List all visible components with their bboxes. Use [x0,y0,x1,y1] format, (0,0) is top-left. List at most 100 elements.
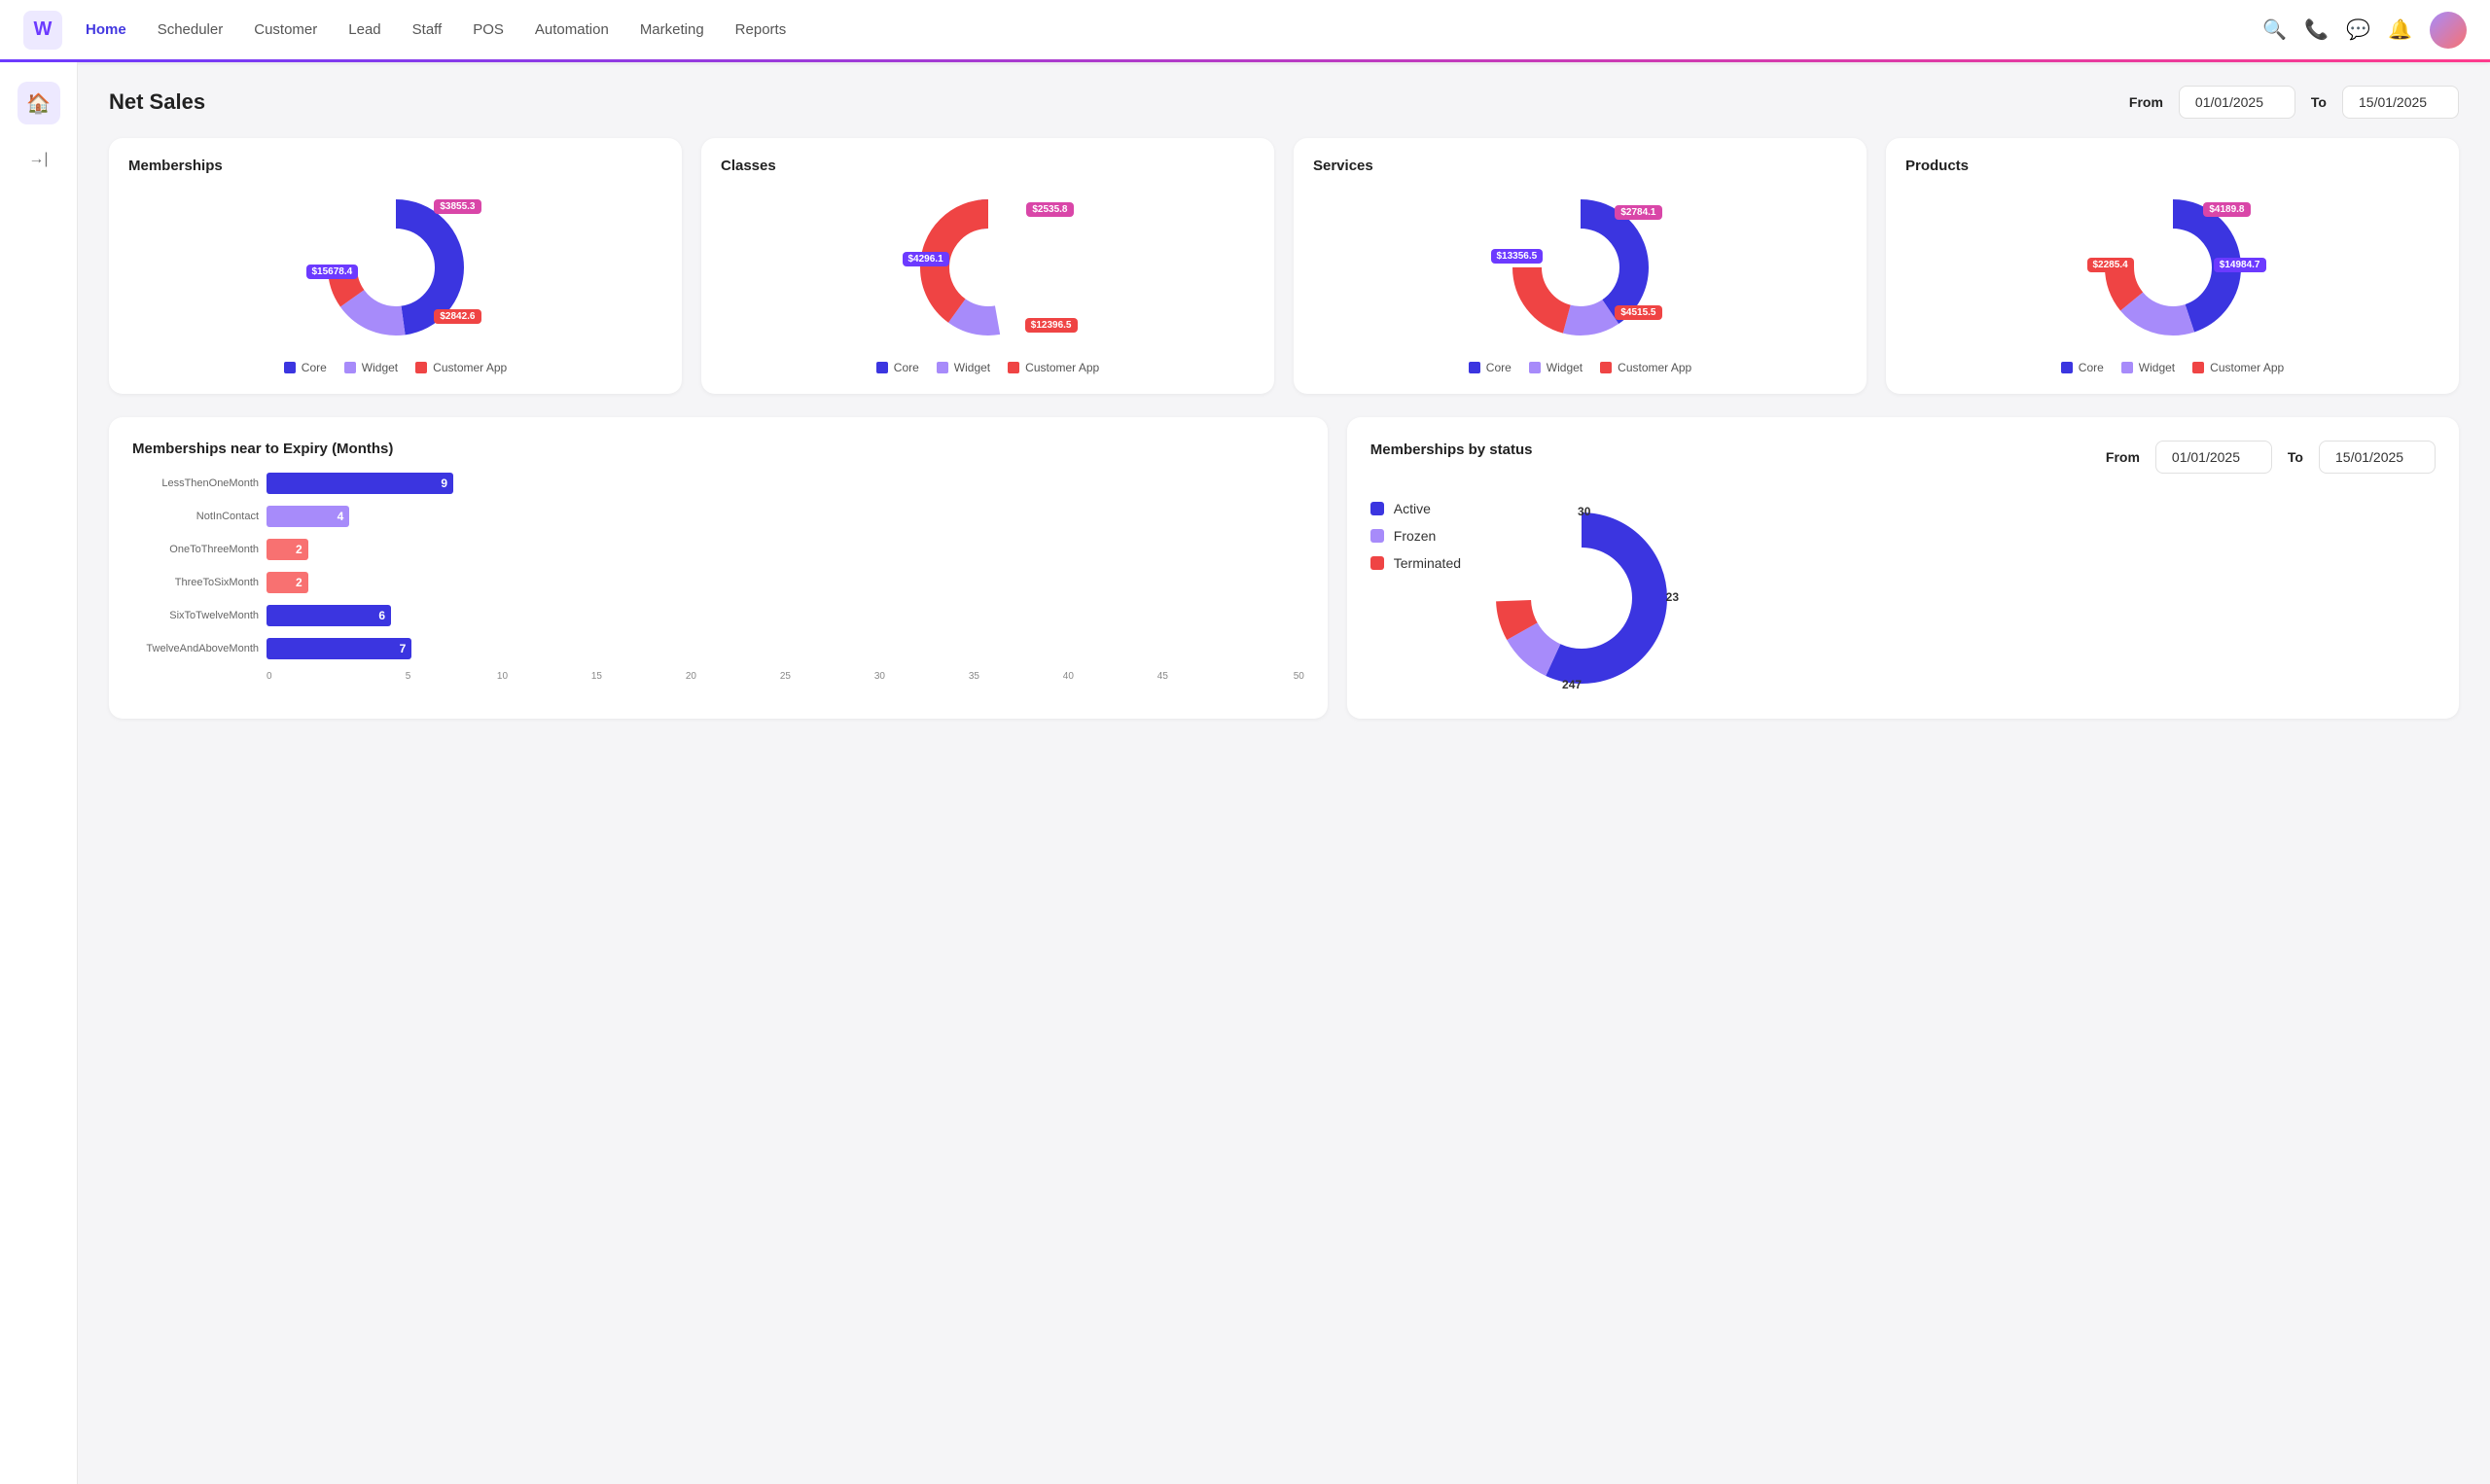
bottom-row: Memberships near to Expiry (Months) Less… [109,417,2459,719]
status-frozen: Frozen [1370,528,1461,544]
frozen-label: Frozen [1394,528,1437,544]
bar-row: NotInContact 4 [132,506,1304,527]
status-to-date[interactable]: 15/01/2025 [2319,441,2436,474]
nav-pos[interactable]: POS [473,18,504,42]
bar-row: LessThenOneMonth 9 [132,473,1304,494]
active-dot [1370,502,1384,515]
bar-label: SixToTwelveMonth [132,610,259,621]
customer-app-label: Customer App [433,361,507,374]
notification-icon[interactable]: 🔔 [2388,18,2412,42]
legend-widget: Widget [344,361,398,374]
active-callout: 247 [1562,678,1582,691]
status-terminated: Terminated [1370,555,1461,571]
status-to-label: To [2280,449,2311,465]
status-legend: Active Frozen Terminated [1370,501,1461,583]
bar-track: 4 [267,506,1304,527]
sidebar-collapse-icon[interactable]: →| [23,144,54,175]
bar-label: TwelveAndAboveMonth [132,643,259,654]
navbar: W Home Scheduler Customer Lead Staff POS… [0,0,2490,62]
sidebar: 🏠 →| [0,62,78,1484]
frozen-callout: 30 [1578,505,1590,518]
to-date-input[interactable]: 15/01/2025 [2342,86,2459,119]
status-card: Memberships by status From 01/01/2025 To… [1347,417,2459,719]
terminated-label: Terminated [1394,555,1461,571]
classes-legend: Core Widget Customer App [721,361,1255,374]
bar-value: 9 [441,477,447,490]
status-donut: 30 23 247 [1484,501,1679,695]
legend-widget-c: Widget [937,361,990,374]
services-widget-label: $2784.1 [1615,205,1661,220]
status-from-date[interactable]: 01/01/2025 [2155,441,2272,474]
bar-row: TwelveAndAboveMonth 7 [132,638,1304,659]
widget-label: Widget [362,361,398,374]
legend-customer-c: Customer App [1008,361,1099,374]
nav-customer[interactable]: Customer [254,18,317,42]
memberships-core-label: $15678.4 [306,265,359,279]
nav-lead[interactable]: Lead [348,18,380,42]
nav-reports[interactable]: Reports [735,18,787,42]
classes-core-label: $4296.1 [903,252,949,266]
search-icon[interactable]: 🔍 [2262,18,2287,42]
active-label: Active [1394,501,1431,516]
classes-widget-label: $2535.8 [1026,202,1073,217]
products-donut: $14984.7 $4189.8 $2285.4 [2095,190,2251,345]
nav-staff[interactable]: Staff [412,18,443,42]
memberships-widget-label: $3855.3 [434,199,480,214]
bar-fill: 9 [267,473,453,494]
legend-core: Core [284,361,327,374]
bar-value: 7 [400,642,407,655]
bar-label: NotInContact [132,511,259,522]
nav-automation[interactable]: Automation [535,18,609,42]
nav-marketing[interactable]: Marketing [640,18,704,42]
avatar[interactable] [2430,12,2467,49]
services-card: Services $13356.5 $2784.1 $4515.5 [1294,138,1867,394]
net-sales-title: Net Sales [109,89,205,115]
whatsapp-icon[interactable]: 💬 [2346,18,2370,42]
status-content: Active Frozen Terminated [1370,493,2436,695]
classes-card: Classes $4296.1 $2535.8 $12396.5 [701,138,1274,394]
services-donut: $13356.5 $2784.1 $4515.5 [1503,190,1658,345]
customer-dot [415,362,427,373]
bar-fill: 2 [267,572,308,593]
memberships-legend: Core Widget Customer App [128,361,662,374]
products-customer-label: $2285.4 [2087,258,2134,272]
core-dot [284,362,296,373]
bar-value: 6 [378,609,385,622]
bar-row: ThreeToSixMonth 2 [132,572,1304,593]
services-customer-label: $4515.5 [1615,305,1661,320]
bar-track: 2 [267,539,1304,560]
from-date-input[interactable]: 01/01/2025 [2179,86,2295,119]
status-date-range: From 01/01/2025 To 15/01/2025 [2098,441,2436,474]
bar-label: LessThenOneMonth [132,477,259,489]
bar-value: 4 [338,510,344,523]
bar-label: OneToThreeMonth [132,544,259,555]
products-core-label: $14984.7 [2214,258,2266,272]
bar-track: 6 [267,605,1304,626]
bar-fill: 2 [267,539,308,560]
phone-icon[interactable]: 📞 [2304,18,2329,42]
classes-customer-label: $12396.5 [1025,318,1078,333]
layout: 🏠 →| Net Sales From 01/01/2025 To 15/01/… [0,62,2490,1484]
to-label: To [2303,94,2334,110]
donut-cards-row: Memberships $15678.4 $3855.3 $2842.6 [109,138,2459,394]
memberships-donut: $15678.4 $3855.3 $2842.6 [318,190,474,345]
bar-fill: 6 [267,605,391,626]
memberships-card: Memberships $15678.4 $3855.3 $2842.6 [109,138,682,394]
bar-row: SixToTwelveMonth 6 [132,605,1304,626]
bar-track: 9 [267,473,1304,494]
expiry-card: Memberships near to Expiry (Months) Less… [109,417,1328,719]
services-core-label: $13356.5 [1491,249,1544,264]
bar-track: 2 [267,572,1304,593]
sidebar-home-icon[interactable]: 🏠 [18,82,60,124]
nav-home[interactable]: Home [86,18,126,42]
nav-links: Home Scheduler Customer Lead Staff POS A… [86,18,2262,42]
from-label: From [2121,94,2171,110]
nav-logo[interactable]: W [23,11,62,50]
bar-label: ThreeToSixMonth [132,577,259,588]
expiry-title: Memberships near to Expiry (Months) [132,441,1304,457]
nav-scheduler[interactable]: Scheduler [158,18,224,42]
frozen-dot [1370,529,1384,543]
status-from-label: From [2098,449,2148,465]
core-label: Core [302,361,327,374]
services-title: Services [1313,158,1847,174]
